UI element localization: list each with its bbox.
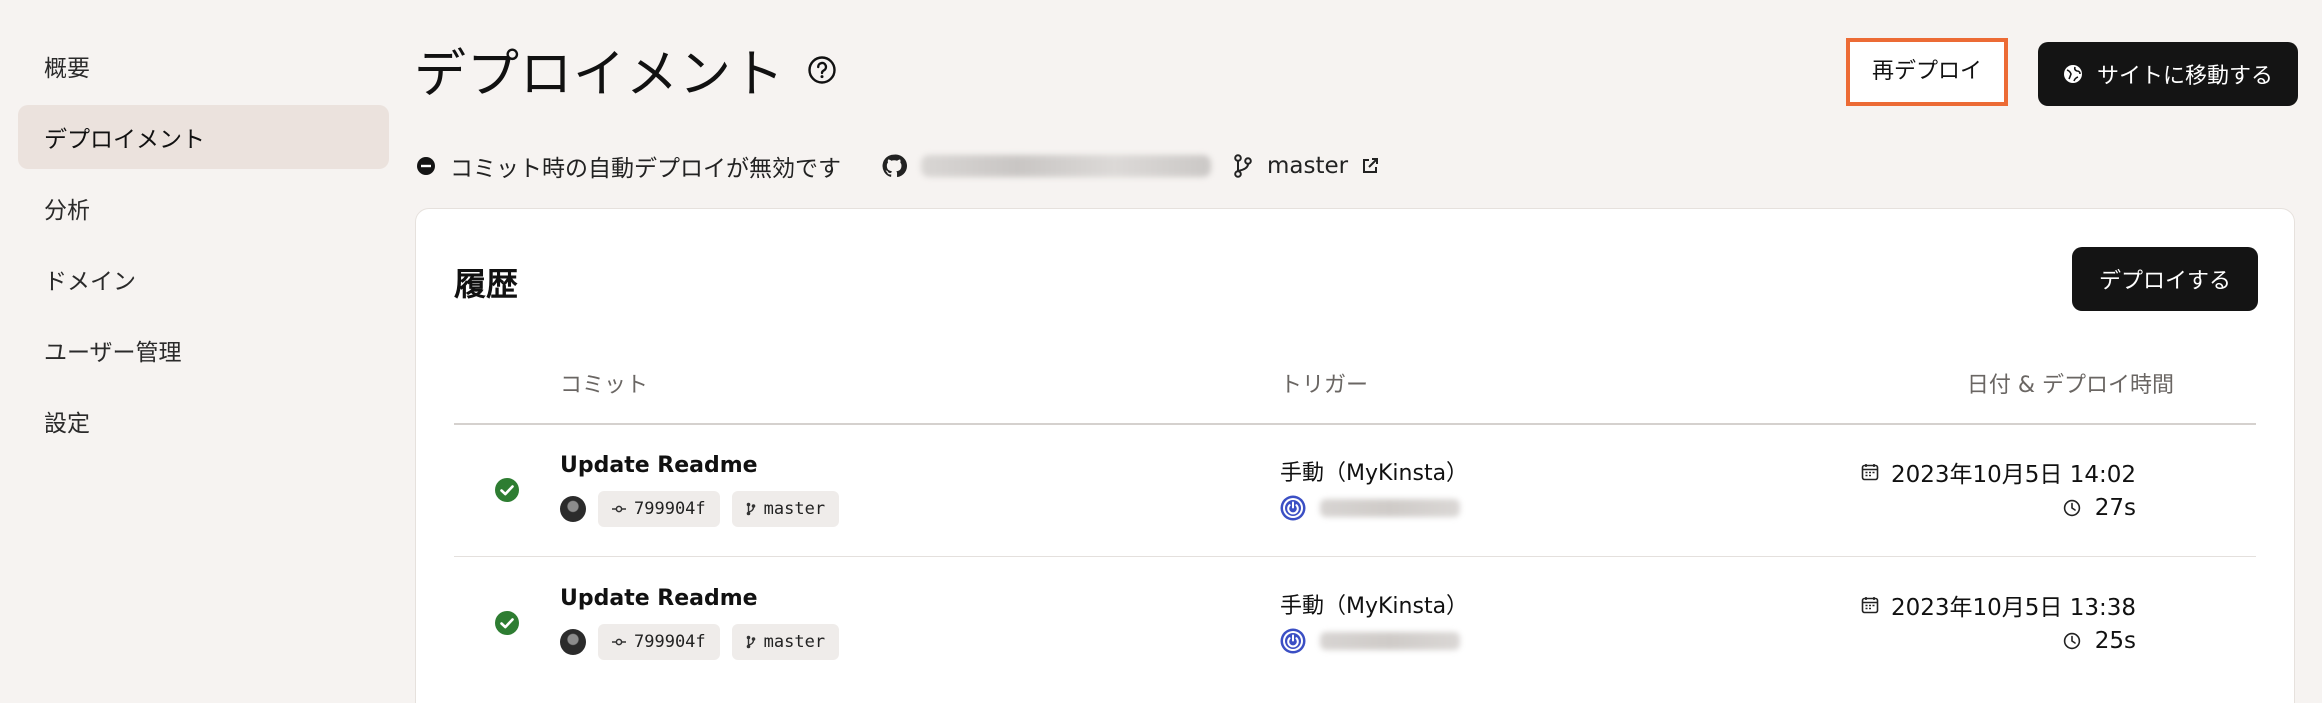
commit-meta: 799904f master (560, 491, 840, 527)
power-icon (1280, 495, 1306, 521)
avatar (560, 496, 586, 522)
external-link-icon[interactable] (1360, 156, 1380, 176)
commit-hash: 799904f (634, 632, 706, 652)
calendar-icon (1861, 597, 1879, 614)
history-card: 履歴 デプロイする コミット トリガー 日付 & デプロイ時間 Update R… (415, 208, 2295, 703)
deploy-info-row: コミット時の自動デプロイが無効です master (416, 148, 1380, 184)
redeploy-button-label: 再デプロイ (1871, 59, 1982, 84)
avatar (560, 629, 586, 655)
commit-hash-chip[interactable]: 799904f (598, 491, 720, 527)
sidebar-item-label: デプロイメント (44, 127, 205, 153)
branch-chip[interactable]: master (731, 624, 840, 660)
deploy-date: 2023年10月5日 14:02 (1861, 455, 2136, 489)
sidebar-nav: 概要 デプロイメント 分析 ドメイン ユーザー管理 設定 (18, 34, 389, 460)
clock-icon (2063, 632, 2080, 650)
table-row[interactable]: Update Readme 799904f master 手動（MyKinsta… (454, 425, 2256, 557)
page-title: デプロイメント (414, 32, 837, 107)
commit-message: Update Readme (560, 586, 758, 611)
deploy-date-text: 2023年10月5日 13:38 (1890, 595, 2136, 621)
repository-name-redacted[interactable] (921, 155, 1211, 177)
globe-icon (2063, 65, 2082, 83)
branch-name: master (763, 632, 826, 652)
power-icon (1280, 628, 1306, 654)
column-header-commit: コミット (560, 373, 649, 398)
table-row[interactable]: Update Readme 799904f master 手動（MyKinsta… (454, 558, 2256, 690)
sidebar-item-label: 設定 (44, 411, 90, 437)
clock-icon (2063, 499, 2080, 517)
branch-name: master (763, 499, 826, 519)
sidebar-item-deployments[interactable]: デプロイメント (18, 105, 389, 169)
commit-hash-chip[interactable]: 799904f (598, 624, 720, 660)
trigger-user (1280, 495, 1460, 521)
deploy-duration: 27s (2063, 495, 2136, 521)
sidebar-item-label: 概要 (44, 56, 90, 82)
commit-meta: 799904f master (560, 624, 840, 660)
sidebar-item-label: ドメイン (44, 269, 136, 295)
deploy-button-label: デプロイする (2098, 269, 2231, 294)
column-header-date: 日付 & デプロイ時間 (1966, 373, 2174, 398)
deploy-duration: 25s (2063, 628, 2136, 654)
branch-icon (1234, 154, 1252, 178)
sidebar-item-user-management[interactable]: ユーザー管理 (18, 318, 389, 382)
branch-chip[interactable]: master (731, 491, 840, 527)
history-title: 履歴 (454, 265, 519, 303)
sidebar-item-overview[interactable]: 概要 (18, 34, 389, 98)
commit-icon (612, 505, 626, 513)
user-name-redacted (1320, 632, 1460, 650)
trigger-source: 手動（MyKinsta） (1280, 594, 1469, 619)
sidebar-item-settings[interactable]: 設定 (18, 389, 389, 453)
sidebar-item-analytics[interactable]: 分析 (18, 176, 389, 240)
deploy-date-text: 2023年10月5日 14:02 (1890, 462, 2136, 488)
sidebar-item-label: 分析 (44, 198, 90, 224)
page-title-text: デプロイメント (414, 45, 786, 105)
sidebar-item-label: ユーザー管理 (44, 340, 182, 366)
visit-site-label: サイトに移動する (2096, 64, 2273, 89)
deploy-duration-text: 25s (2094, 628, 2136, 654)
deploy-button[interactable]: デプロイする (2072, 247, 2258, 311)
branch-icon (746, 635, 755, 649)
github-icon (882, 154, 907, 178)
redeploy-button[interactable]: 再デプロイ (1846, 38, 2008, 106)
auto-deploy-status: コミット時の自動デプロイが無効です (450, 156, 841, 182)
disabled-icon (417, 157, 435, 175)
trigger-user (1280, 628, 1460, 654)
branch-name[interactable]: master (1267, 153, 1348, 179)
visit-site-button[interactable]: サイトに移動する (2038, 42, 2298, 106)
branch-icon (746, 502, 755, 516)
deploy-duration-text: 27s (2094, 495, 2136, 521)
trigger-source: 手動（MyKinsta） (1280, 461, 1469, 486)
calendar-icon (1861, 464, 1879, 481)
commit-hash: 799904f (634, 499, 706, 519)
user-name-redacted (1320, 499, 1460, 517)
sidebar-item-domains[interactable]: ドメイン (18, 247, 389, 311)
success-check-icon (495, 478, 519, 502)
deploy-date: 2023年10月5日 13:38 (1861, 588, 2136, 622)
commit-icon (612, 638, 626, 646)
help-icon[interactable] (807, 55, 837, 85)
success-check-icon (495, 611, 519, 635)
commit-message: Update Readme (560, 453, 758, 478)
column-header-trigger: トリガー (1280, 373, 1369, 398)
